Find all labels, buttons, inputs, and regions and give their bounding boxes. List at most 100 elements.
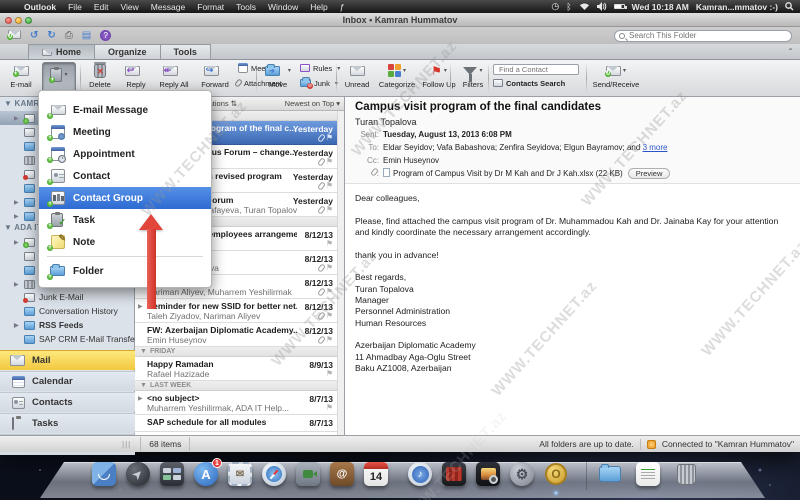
volume-icon[interactable] bbox=[597, 2, 607, 11]
tab-tools[interactable]: Tools bbox=[161, 44, 211, 59]
help-icon[interactable]: ? bbox=[100, 30, 111, 41]
facetime-icon[interactable] bbox=[296, 462, 320, 486]
menu-view[interactable]: View bbox=[114, 2, 144, 12]
flag-icon[interactable]: ⚑ bbox=[326, 264, 333, 272]
menu-item-appointment[interactable]: ◔+ Appointment bbox=[39, 143, 211, 165]
delete-button[interactable]: Delete bbox=[84, 62, 116, 89]
iphoto-icon[interactable] bbox=[476, 462, 500, 486]
mission-control-icon[interactable] bbox=[160, 462, 184, 486]
menu-item-contact[interactable]: + Contact bbox=[39, 165, 211, 187]
message-row[interactable]: ▶ Reminder for new SSID for better net..… bbox=[135, 299, 337, 323]
folder-conversation-history[interactable]: Conversation History bbox=[0, 304, 135, 318]
more-recipients-link[interactable]: 3 more bbox=[643, 143, 668, 152]
send-receive-icon[interactable]: ↻ bbox=[8, 30, 21, 42]
flag-icon[interactable]: ⚑ bbox=[326, 312, 333, 320]
itunes-icon[interactable]: ♪ bbox=[408, 462, 432, 486]
filters-button[interactable]: ▾ Filters bbox=[454, 62, 492, 89]
system-preferences-icon[interactable]: ⚙ bbox=[510, 462, 534, 486]
menu-edit[interactable]: Edit bbox=[88, 2, 115, 12]
folder-search-box[interactable] bbox=[614, 30, 792, 42]
menu-file[interactable]: File bbox=[62, 2, 88, 12]
tab-home[interactable]: Home bbox=[28, 44, 95, 59]
send-receive-button[interactable]: ↻▾ Send/Receive bbox=[590, 62, 642, 89]
menubar-user[interactable]: Kamran...mmatov :-) bbox=[696, 2, 778, 12]
menu-item-folder[interactable]: + Folder bbox=[39, 260, 211, 282]
launchpad-icon[interactable]: ➤ bbox=[126, 462, 150, 486]
menu-message[interactable]: Message bbox=[145, 2, 192, 12]
menu-format[interactable]: Format bbox=[191, 2, 230, 12]
message-row[interactable]: SAP schedule for all modules 8/7/13 bbox=[135, 415, 337, 432]
unread-button[interactable]: Unread bbox=[340, 62, 374, 89]
bluetooth-icon[interactable]: ᛒ bbox=[566, 2, 571, 12]
menu-tools[interactable]: Tools bbox=[230, 2, 262, 12]
mail-icon[interactable]: ✉ bbox=[228, 462, 252, 486]
cc-value[interactable]: Emin Huseynov bbox=[383, 156, 439, 165]
message-row[interactable]: ▶ <no subject>Muharrem Yeshilirmak, ADA … bbox=[135, 391, 337, 415]
menubar-clock[interactable]: Wed 10:18 AM bbox=[632, 2, 689, 12]
new-email-button[interactable]: + E-mail bbox=[2, 62, 40, 89]
reading-pane-icon[interactable]: ▤ bbox=[82, 31, 91, 41]
menu-help[interactable]: Help bbox=[304, 2, 333, 12]
folder-junk-email[interactable]: Junk E-Mail bbox=[0, 290, 135, 304]
flag-icon[interactable]: ⚑ bbox=[326, 158, 333, 166]
group-header-last-week[interactable]: ▼ LAST WEEK bbox=[135, 381, 337, 391]
menu-item-note[interactable]: ✎+ Note bbox=[39, 231, 211, 253]
menu-item-meeting[interactable]: + Meeting bbox=[39, 121, 211, 143]
flag-icon[interactable]: ⚑ bbox=[326, 370, 333, 378]
flag-icon[interactable]: ⚑ bbox=[326, 336, 333, 344]
menu-window[interactable]: Window bbox=[262, 2, 304, 12]
menu-item-contact-group[interactable]: + Contact Group bbox=[39, 187, 211, 209]
window-titlebar[interactable]: Inbox • Kamran Hummatov bbox=[0, 13, 800, 27]
menu-item-email-message[interactable]: + E-mail Message bbox=[39, 99, 211, 121]
nav-contacts[interactable]: Contacts bbox=[0, 392, 135, 412]
message-row[interactable]: FW: Azerbaijan Diplomatic Academy...Emin… bbox=[135, 323, 337, 347]
preview-button[interactable]: Preview bbox=[628, 168, 671, 179]
reply-all-button[interactable]: ↞ Reply All bbox=[154, 62, 194, 89]
battery-icon[interactable] bbox=[614, 4, 625, 9]
message-list-scrollbar[interactable] bbox=[337, 111, 344, 435]
find-contact-input[interactable] bbox=[497, 64, 575, 75]
menu-outlook[interactable]: Outlook bbox=[18, 2, 62, 12]
forward-button[interactable]: ↪ Forward bbox=[196, 62, 234, 89]
script-menu-icon[interactable]: ƒ bbox=[334, 2, 351, 12]
redo-icon[interactable]: ↻ bbox=[47, 31, 55, 41]
categorize-button[interactable]: ▾ Categorize bbox=[376, 62, 418, 89]
flag-icon[interactable]: ⚑ bbox=[326, 134, 333, 142]
folder-rss-feeds[interactable]: ▶RSS Feeds bbox=[0, 318, 135, 332]
spotlight-icon[interactable] bbox=[785, 2, 794, 11]
collapse-ribbon-icon[interactable]: ⌃ bbox=[787, 47, 794, 56]
safari-icon[interactable] bbox=[262, 462, 286, 486]
search-input[interactable] bbox=[627, 30, 787, 41]
menu-item-task[interactable]: ✓+ Task bbox=[39, 209, 211, 231]
document-icon[interactable] bbox=[636, 462, 660, 486]
flag-icon[interactable]: ⚑ bbox=[326, 240, 333, 248]
expand-thread-icon[interactable]: ▶ bbox=[138, 395, 143, 402]
wifi-icon[interactable] bbox=[579, 2, 590, 11]
message-from[interactable]: Turan Topalova bbox=[355, 117, 417, 127]
attachment-name[interactable]: Program of Campus Visit by Dr M Kah and … bbox=[393, 169, 623, 178]
undo-icon[interactable]: ↺ bbox=[30, 31, 38, 41]
group-header-friday[interactable]: ▼ FRIDAY bbox=[135, 347, 337, 357]
finder-icon[interactable] bbox=[92, 462, 116, 486]
move-button[interactable]: ➔▾ Move bbox=[260, 62, 296, 89]
tab-organize[interactable]: Organize bbox=[95, 44, 161, 59]
print-icon[interactable]: ⎙ bbox=[65, 31, 73, 41]
to-value[interactable]: Eldar Seyidov; Vafa Babashova; Zenfira S… bbox=[383, 143, 643, 152]
folder-sap-crm[interactable]: SAP CRM E-Mail Transfer bbox=[0, 332, 135, 346]
find-contact-box[interactable] bbox=[493, 64, 579, 75]
pane-resize-grip[interactable]: ||| bbox=[122, 440, 131, 449]
flag-icon[interactable]: ⚑ bbox=[326, 288, 333, 296]
downloads-folder-icon[interactable] bbox=[598, 462, 622, 486]
nav-calendar[interactable]: Calendar bbox=[0, 371, 135, 391]
time-machine-icon[interactable]: ◷ bbox=[551, 1, 559, 12]
contacts-search-label[interactable]: Contacts Search bbox=[506, 79, 565, 88]
nav-tasks[interactable]: Tasks bbox=[0, 413, 135, 433]
nav-mail[interactable]: Mail bbox=[0, 350, 135, 370]
sort-order-control[interactable]: Newest on Top ▾ bbox=[285, 99, 340, 108]
calendar-icon[interactable]: 14 bbox=[364, 462, 388, 486]
flag-icon[interactable]: ⚑ bbox=[326, 182, 333, 190]
flag-icon[interactable]: ⚑ bbox=[326, 404, 333, 412]
trash-icon[interactable] bbox=[674, 462, 698, 486]
contacts-icon[interactable]: @ bbox=[330, 462, 354, 486]
flag-icon[interactable]: ⚑ bbox=[326, 206, 333, 214]
